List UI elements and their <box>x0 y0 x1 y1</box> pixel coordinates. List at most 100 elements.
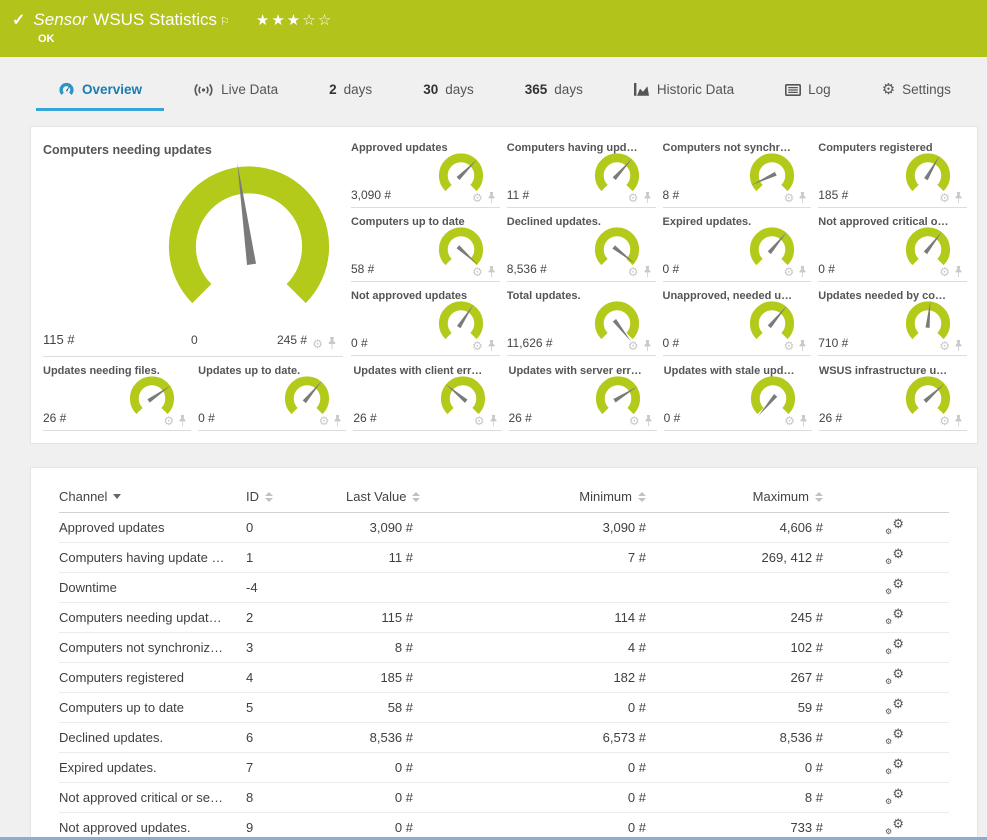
tile-pin-icon[interactable] <box>643 192 652 204</box>
gauge-tile[interactable]: Updates needing files.26 #⚙ <box>43 358 191 431</box>
tab-log[interactable]: Log <box>763 82 853 111</box>
tile-pin-icon[interactable] <box>643 266 652 278</box>
channel-settings-icon[interactable]: ⚙⚙ <box>885 817 905 835</box>
gauge-tile[interactable]: Updates with client err…26 #⚙ <box>353 358 501 431</box>
tile-pin-icon[interactable] <box>643 340 652 352</box>
tile-pin-icon[interactable] <box>798 266 807 278</box>
gauge-tile[interactable]: Updates with stale upd…0 #⚙ <box>664 358 812 431</box>
last-value: 11 # <box>346 542 431 572</box>
tile-pin-icon[interactable] <box>954 340 963 352</box>
tile-pin-icon[interactable] <box>487 192 496 204</box>
tab-30-days[interactable]: 30days <box>401 82 496 111</box>
channel-settings-icon[interactable]: ⚙⚙ <box>885 577 905 595</box>
tile-pin-icon[interactable] <box>954 266 963 278</box>
gauge-tile[interactable]: Unapproved, needed u…0 #⚙ <box>663 283 812 356</box>
gauge-tile[interactable]: Declined updates.8,536 #⚙ <box>507 209 656 282</box>
channel-settings-icon[interactable]: ⚙⚙ <box>885 667 905 685</box>
channel-settings-icon[interactable]: ⚙⚙ <box>885 607 905 625</box>
gauge-tile[interactable]: Computers having upd…11 #⚙ <box>507 135 656 208</box>
tile-pin-icon[interactable] <box>644 415 653 427</box>
sort-desc-icon <box>113 494 121 499</box>
tile-gear-icon[interactable]: ⚙ <box>629 415 640 427</box>
tab-label: days <box>554 82 583 97</box>
tile-gear-icon[interactable]: ⚙ <box>474 415 485 427</box>
channel-settings-icon[interactable]: ⚙⚙ <box>885 547 905 565</box>
tile-gear-icon[interactable]: ⚙ <box>472 266 483 278</box>
tile-pin-icon[interactable] <box>487 340 496 352</box>
gauge-value: 0 # <box>818 262 835 276</box>
tile-gear-icon[interactable]: ⚙ <box>783 266 794 278</box>
tile-pin-icon[interactable] <box>954 192 963 204</box>
tile-pin-icon[interactable] <box>799 415 808 427</box>
channel-settings-icon[interactable]: ⚙⚙ <box>885 637 905 655</box>
column-header-minimum[interactable]: Minimum <box>431 482 664 512</box>
channel-settings-cell: ⚙⚙ <box>841 782 949 812</box>
column-header-id[interactable]: ID <box>246 482 346 512</box>
tile-gear-icon[interactable]: ⚙ <box>628 266 639 278</box>
primary-gauge-tile[interactable]: Computers needing updates 115 # 0 245 # … <box>43 135 343 357</box>
table-row: Declined updates.68,536 #6,573 #8,536 #⚙… <box>59 722 949 752</box>
gauge-tile[interactable]: Approved updates3,090 #⚙ <box>351 135 500 208</box>
flag-icon[interactable]: ⚐ <box>220 15 230 28</box>
tile-pin-icon[interactable] <box>954 415 963 427</box>
tile-pin-icon[interactable] <box>798 192 807 204</box>
tile-gear-icon[interactable]: ⚙ <box>939 192 950 204</box>
tile-gear-icon[interactable]: ⚙ <box>472 340 483 352</box>
gauge-tile[interactable]: Expired updates.0 #⚙ <box>663 209 812 282</box>
tile-pin-icon[interactable] <box>178 415 187 427</box>
gauge-tile[interactable]: Computers not synchr…8 #⚙ <box>663 135 812 208</box>
channel-settings-icon[interactable]: ⚙⚙ <box>885 727 905 745</box>
column-header-channel[interactable]: Channel <box>59 482 246 512</box>
tab-live-data[interactable]: Live Data <box>171 82 300 111</box>
tile-gear-icon[interactable]: ⚙ <box>783 192 794 204</box>
tile-gear-icon[interactable]: ⚙ <box>939 340 950 352</box>
primary-gauge-min: 0 <box>191 333 198 347</box>
channel-name: Not approved updates. <box>59 812 246 840</box>
tile-gear-icon[interactable]: ⚙ <box>939 266 950 278</box>
tile-pin-icon[interactable] <box>487 266 496 278</box>
tab-365-days[interactable]: 365days <box>503 82 605 111</box>
channel-name: Computers having update … <box>59 542 246 572</box>
gauge-tile[interactable]: Total updates.11,626 #⚙ <box>507 283 656 356</box>
tile-gear-icon[interactable]: ⚙ <box>319 415 330 427</box>
star-rating[interactable]: ★★★☆☆ <box>256 11 333 29</box>
last-value: 8,536 # <box>346 722 431 752</box>
column-header-maximum[interactable]: Maximum <box>664 482 841 512</box>
gauge-tile[interactable]: Not approved updates0 #⚙ <box>351 283 500 356</box>
gauge-tile[interactable]: Updates with server err…26 #⚙ <box>509 358 657 431</box>
tab-overview[interactable]: Overview <box>36 82 164 111</box>
gauge-tile[interactable]: Updates up to date.0 #⚙ <box>198 358 346 431</box>
table-row: Computers having update …111 #7 #269, 41… <box>59 542 949 572</box>
tile-pin-icon[interactable] <box>489 415 498 427</box>
tile-gear-icon[interactable]: ⚙ <box>783 340 794 352</box>
column-header-last-value[interactable]: Last Value <box>346 482 431 512</box>
channel-settings-icon[interactable]: ⚙⚙ <box>885 517 905 535</box>
channel-settings-icon[interactable]: ⚙⚙ <box>885 787 905 805</box>
channel-settings-icon[interactable]: ⚙⚙ <box>885 757 905 775</box>
gauge-value: 0 # <box>664 411 681 425</box>
channel-id: 2 <box>246 602 346 632</box>
channel-settings-cell: ⚙⚙ <box>841 722 949 752</box>
tile-gear-icon[interactable]: ⚙ <box>163 415 174 427</box>
gauge-tile[interactable]: Computers registered185 #⚙ <box>818 135 967 208</box>
tab-historic-data[interactable]: Historic Data <box>612 82 756 111</box>
tile-pin-icon[interactable] <box>327 337 337 350</box>
tile-gear-icon[interactable]: ⚙ <box>472 192 483 204</box>
gauge-tile[interactable]: Not approved critical o…0 #⚙ <box>818 209 967 282</box>
channel-id: 8 <box>246 782 346 812</box>
tab-2-days[interactable]: 2days <box>307 82 394 111</box>
tile-gear-icon[interactable]: ⚙ <box>939 415 950 427</box>
tile-gear-icon[interactable]: ⚙ <box>628 340 639 352</box>
last-value: 3,090 # <box>346 512 431 542</box>
gauge-tile[interactable]: Computers up to date58 #⚙ <box>351 209 500 282</box>
tab-number: 30 <box>423 82 438 97</box>
channel-settings-icon[interactable]: ⚙⚙ <box>885 697 905 715</box>
tile-gear-icon[interactable]: ⚙ <box>784 415 795 427</box>
tile-gear-icon[interactable]: ⚙ <box>628 192 639 204</box>
tile-gear-icon[interactable]: ⚙ <box>312 338 323 350</box>
tile-pin-icon[interactable] <box>333 415 342 427</box>
gauge-tile[interactable]: WSUS infrastructure u…26 #⚙ <box>819 358 967 431</box>
tile-pin-icon[interactable] <box>798 340 807 352</box>
tab-settings[interactable]: ⚙Settings <box>860 82 973 111</box>
gauge-tile[interactable]: Updates needed by co…710 #⚙ <box>818 283 967 356</box>
